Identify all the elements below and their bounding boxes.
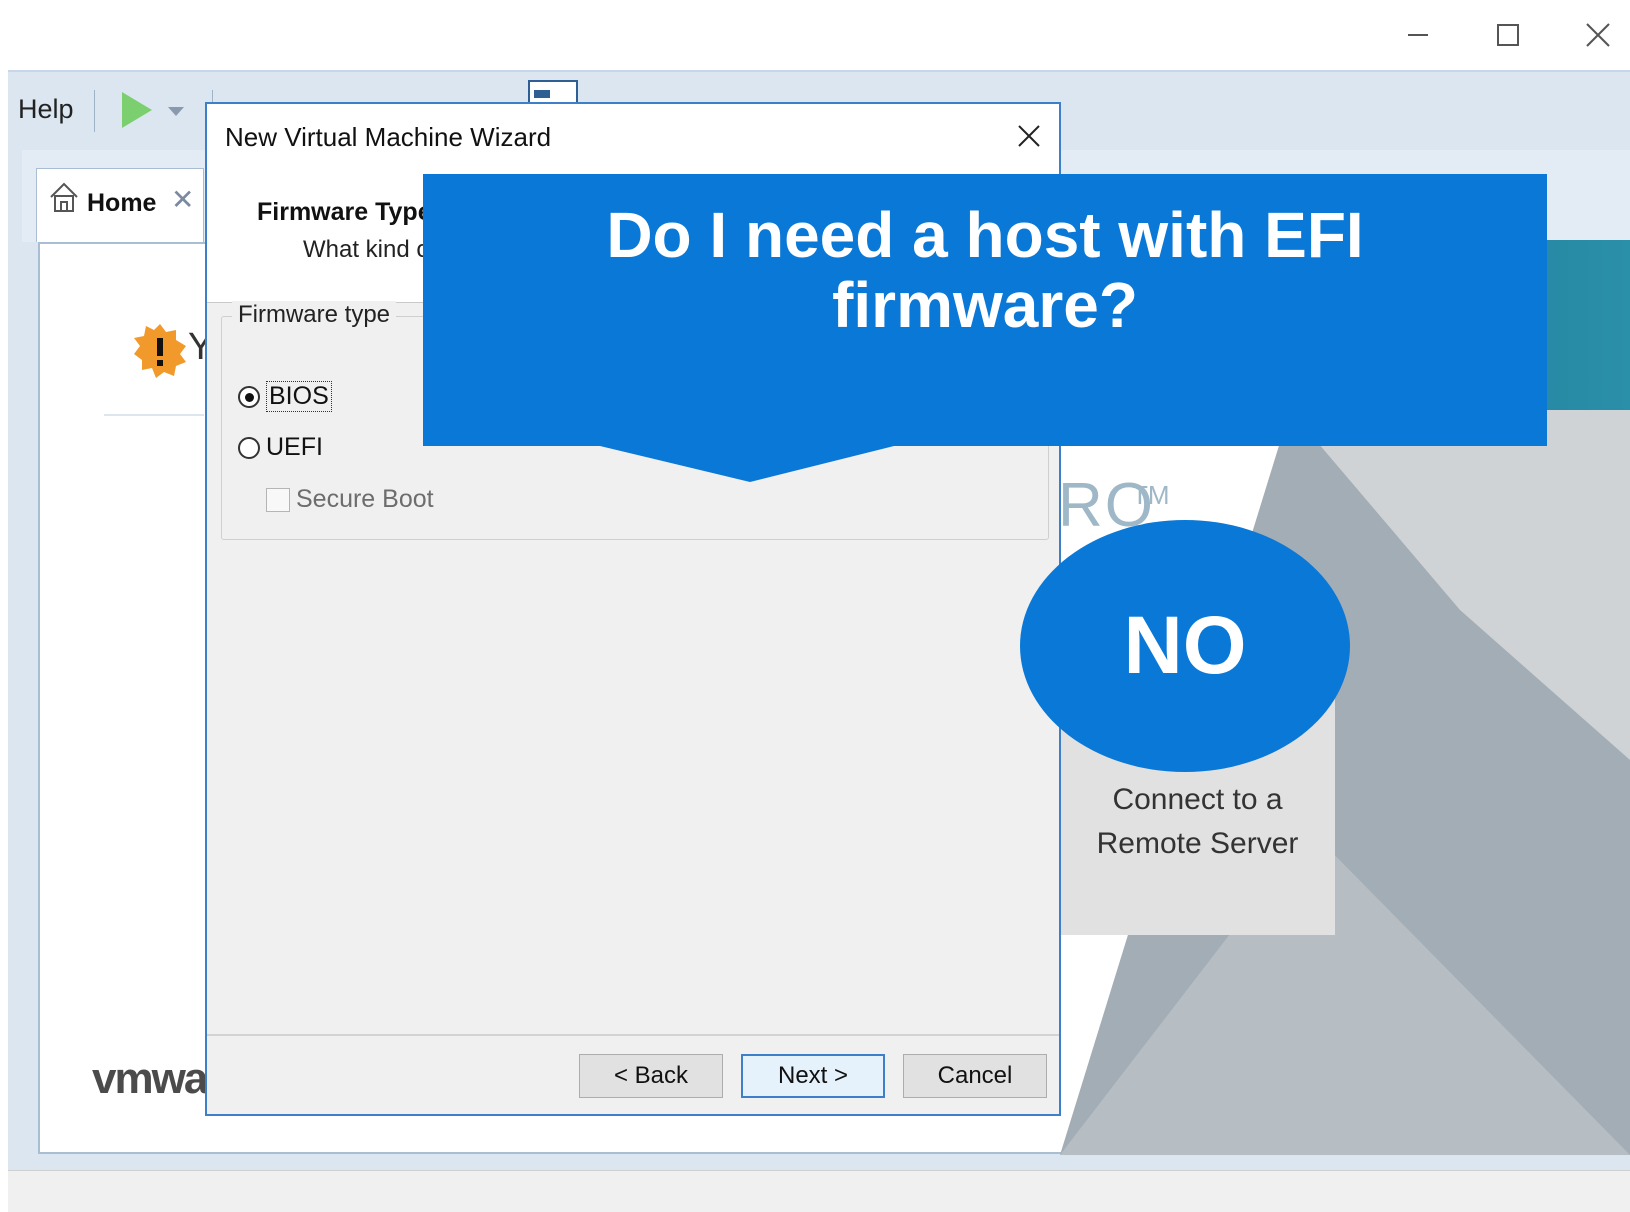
question-callout: Do I need a host with EFI firmware?	[423, 174, 1547, 446]
secure-boot-checkbox	[266, 487, 290, 512]
cancel-button[interactable]: Cancel	[903, 1054, 1047, 1098]
secure-boot-option: Secure Boot	[266, 485, 434, 514]
secure-boot-label: Secure Boot	[296, 485, 434, 513]
firmware-group-label: Firmware type	[232, 301, 397, 329]
uefi-radio[interactable]	[238, 436, 260, 459]
uefi-label: UEFI	[266, 433, 323, 461]
answer-bubble: NO	[1020, 520, 1350, 772]
home-icon	[49, 181, 79, 218]
status-bar	[8, 1170, 1630, 1212]
dialog-titlebar: New Virtual Machine Wizard	[207, 104, 1059, 168]
toolbar-separator	[94, 90, 95, 132]
dialog-close-icon[interactable]	[1007, 114, 1051, 158]
page-subtitle: What kind of	[303, 236, 437, 263]
dropdown-arrow-icon[interactable]	[168, 104, 184, 122]
close-icon[interactable]	[1568, 12, 1628, 58]
tab-close-icon[interactable]: ✕	[171, 183, 194, 216]
bios-radio[interactable]	[238, 385, 260, 408]
page-title: Firmware Type	[257, 198, 432, 226]
remote-label-line1: Connect to a	[1112, 783, 1283, 816]
play-icon[interactable]	[118, 90, 154, 135]
remote-label-line2: Remote Server	[1096, 827, 1299, 860]
footer-divider	[207, 1034, 1059, 1036]
minimize-icon[interactable]	[1388, 12, 1448, 58]
warning-icon	[132, 322, 188, 378]
question-line1: Do I need a host with EFI	[606, 199, 1364, 271]
dialog-title: New Virtual Machine Wizard	[225, 122, 552, 152]
maximize-icon[interactable]	[1478, 12, 1538, 58]
help-menu[interactable]: Help	[18, 94, 74, 125]
radio-selected-dot	[245, 392, 254, 402]
uefi-option[interactable]: UEFI	[238, 433, 323, 462]
vmware-logo: vmwa	[92, 1054, 208, 1103]
window-titlebar	[0, 0, 1630, 70]
connect-remote-server-label: Connect to a Remote Server	[1070, 778, 1325, 866]
question-text: Do I need a host with EFI firmware?	[423, 200, 1547, 340]
tab-home-label: Home	[87, 189, 157, 217]
answer-text: NO	[1123, 600, 1247, 691]
back-button[interactable]: < Back	[579, 1054, 723, 1098]
window-left-edge	[0, 70, 8, 1211]
bios-label: BIOS	[266, 381, 332, 412]
trademark-mark: TM	[1132, 480, 1170, 510]
divider	[104, 414, 204, 416]
bios-option[interactable]: BIOS	[238, 381, 332, 412]
question-line2: firmware?	[832, 269, 1138, 341]
tab-home[interactable]: Home ✕	[36, 168, 204, 242]
next-button[interactable]: Next >	[741, 1054, 885, 1098]
